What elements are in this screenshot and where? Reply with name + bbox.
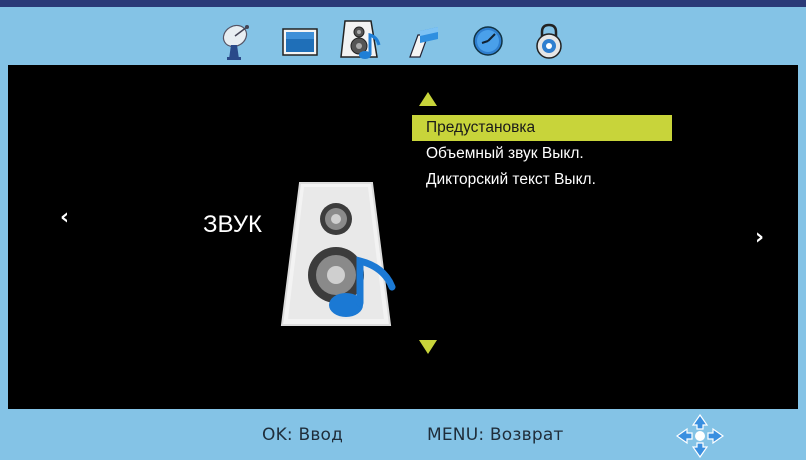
- nav-right-arrow[interactable]: ›: [755, 225, 764, 250]
- ok-hint: OK: Ввод: [262, 425, 344, 445]
- dpad-arrows-icon: [676, 414, 724, 458]
- category-tab-bar: [0, 7, 806, 65]
- top-strip: [0, 0, 806, 7]
- menu-item-surround[interactable]: Объемный звук Выкл.: [412, 141, 672, 167]
- frame-right-edge: [798, 65, 806, 409]
- menu-item-label: Объемный звук Выкл.: [426, 145, 584, 162]
- tab-channel[interactable]: [217, 21, 257, 61]
- globe-icon: [473, 26, 503, 56]
- tab-picture[interactable]: [280, 21, 320, 61]
- tab-lock[interactable]: [529, 21, 569, 61]
- menu-item-label: Дикторский текст Выкл.: [426, 171, 596, 188]
- satellite-dish-icon: [222, 24, 249, 60]
- lock-icon: [536, 23, 562, 59]
- tab-sound[interactable]: [337, 17, 383, 63]
- tab-time[interactable]: [404, 21, 444, 61]
- menu-hint: MENU: Возврат: [427, 425, 564, 445]
- main-panel: ‹ › ЗВУК Предустановка Объемный звук Вык…: [8, 65, 798, 409]
- time-icon: [409, 27, 438, 58]
- category-title: ЗВУК: [203, 211, 262, 238]
- nav-left-arrow[interactable]: ‹: [60, 205, 69, 230]
- menu-item-preset[interactable]: Предустановка: [412, 115, 672, 141]
- picture-screen-icon: [282, 28, 318, 56]
- menu-item-label: Предустановка: [426, 119, 536, 136]
- speaker-music-icon: [280, 182, 396, 326]
- scroll-down-arrow-icon[interactable]: [418, 339, 438, 355]
- tab-setup[interactable]: [468, 21, 508, 61]
- menu-item-audio-description[interactable]: Дикторский текст Выкл.: [412, 167, 672, 193]
- sound-menu-list: Предустановка Объемный звук Выкл. Диктор…: [412, 115, 672, 193]
- footer-bar: OK: Ввод MENU: Возврат: [0, 409, 806, 460]
- scroll-up-arrow-icon[interactable]: [418, 91, 438, 107]
- speaker-icon: [340, 20, 381, 59]
